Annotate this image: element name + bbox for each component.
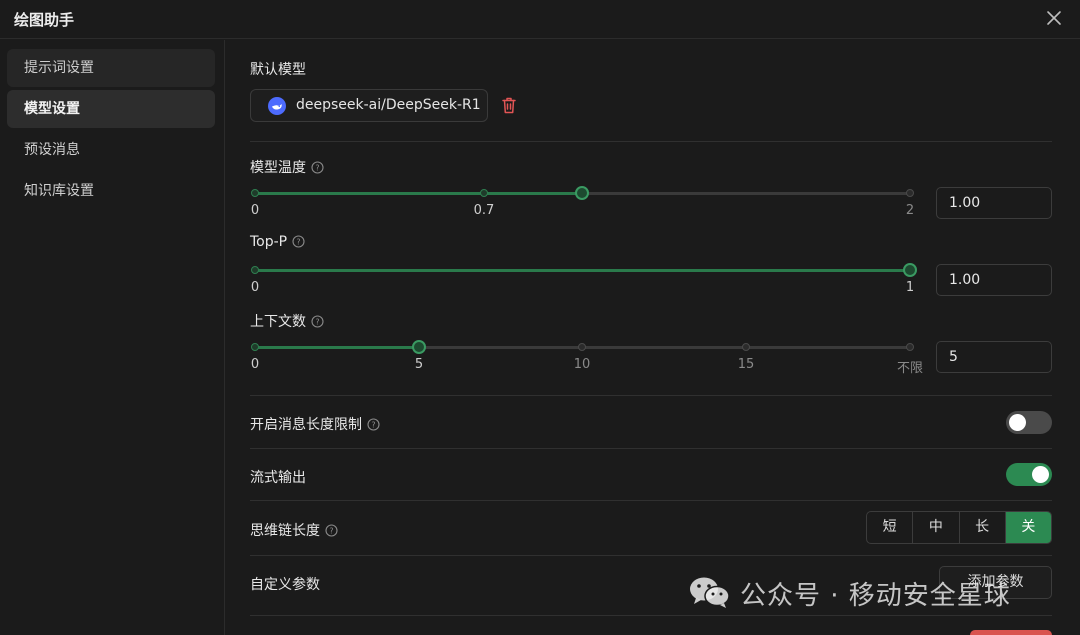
reasoning-length-label: 思维链长度? (250, 520, 338, 541)
message-length-limit-label-text: 开启消息长度限制 (250, 417, 362, 433)
reasoning-length-option-short[interactable]: 短 (867, 512, 914, 543)
top-p-slider[interactable] (251, 263, 917, 277)
temperature-tick: 0.7 (473, 203, 495, 218)
watermark-text: 公众号 · 移动安全星球 (740, 581, 1011, 611)
context-count-tick: 5 (414, 357, 424, 372)
settings-sidebar: 提示词设置 模型设置 预设消息 知识库设置 (0, 40, 225, 635)
help-icon[interactable]: ? (311, 161, 324, 178)
section-divider (250, 448, 1052, 449)
top-p-input[interactable] (936, 264, 1052, 296)
sidebar-item-knowledge-base[interactable]: 知识库设置 (7, 172, 215, 210)
top-p-tick: 0 (250, 280, 260, 295)
toggle-knob (1009, 414, 1026, 431)
toggle-knob (1032, 466, 1049, 483)
temperature-tick: 0 (250, 203, 260, 218)
slider-track (255, 192, 582, 195)
section-divider (250, 395, 1052, 396)
context-count-tick: 不限 (896, 361, 924, 376)
svg-text:?: ? (329, 527, 333, 536)
section-divider (250, 555, 1052, 556)
slider-handle[interactable] (575, 186, 589, 200)
context-count-input[interactable] (936, 341, 1052, 373)
trash-icon[interactable] (500, 96, 518, 115)
svg-text:?: ? (371, 421, 375, 430)
model-name: deepseek-ai/DeepSeek-R1 (296, 97, 481, 113)
temperature-label: 模型温度? (250, 157, 324, 178)
stream-output-toggle[interactable] (1006, 463, 1052, 486)
slider-mark (742, 343, 750, 351)
slider-handle[interactable] (412, 340, 426, 354)
context-count-tick: 0 (250, 357, 260, 372)
slider-track (255, 269, 910, 272)
reasoning-length-option-long[interactable]: 长 (960, 512, 1006, 543)
slider-mark (906, 189, 914, 197)
reasoning-length-label-text: 思维链长度 (250, 523, 320, 539)
wechat-icon (688, 574, 732, 614)
deepseek-logo-icon (268, 97, 286, 115)
help-icon[interactable]: ? (292, 235, 305, 252)
slider-mark (480, 189, 488, 197)
top-p-label-text: Top-P (250, 234, 288, 250)
section-divider (250, 615, 1052, 616)
section-divider (250, 141, 1052, 142)
model-selector[interactable]: deepseek-ai/DeepSeek-R1 (250, 89, 488, 122)
slider-mark (578, 343, 586, 351)
reasoning-length-option-medium[interactable]: 中 (913, 512, 960, 543)
slider-track (255, 346, 419, 349)
stream-output-label: 流式输出 (250, 470, 306, 486)
sidebar-item-prompt-settings[interactable]: 提示词设置 (7, 49, 215, 87)
help-icon[interactable]: ? (311, 315, 324, 332)
slider-mark (251, 189, 259, 197)
temperature-input[interactable] (936, 187, 1052, 219)
reasoning-length-option-off[interactable]: 关 (1005, 512, 1051, 543)
context-count-tick: 10 (573, 357, 591, 372)
svg-text:?: ? (315, 318, 319, 327)
svg-text:?: ? (297, 238, 301, 247)
sidebar-item-model-settings[interactable]: 模型设置 (7, 90, 215, 128)
close-icon[interactable] (1044, 8, 1064, 28)
top-p-label: Top-P? (250, 234, 305, 252)
temperature-label-text: 模型温度 (250, 160, 306, 176)
temperature-tick: 2 (905, 203, 915, 218)
context-count-tick: 15 (737, 357, 755, 372)
danger-button[interactable] (970, 630, 1052, 635)
slider-handle[interactable] (903, 263, 917, 277)
custom-params-label: 自定义参数 (250, 577, 320, 593)
section-divider (250, 500, 1052, 501)
reasoning-length-segmented-control[interactable]: 短 中 长 关 (866, 511, 1052, 544)
message-length-limit-toggle[interactable] (1006, 411, 1052, 434)
message-length-limit-label: 开启消息长度限制? (250, 414, 380, 435)
temperature-slider[interactable] (251, 186, 914, 200)
slider-mark (251, 343, 259, 351)
help-icon[interactable]: ? (367, 418, 380, 435)
context-count-slider[interactable] (251, 340, 914, 354)
title-bar: 绘图助手 (0, 0, 1080, 39)
slider-mark (251, 266, 259, 274)
top-p-tick: 1 (905, 280, 915, 295)
svg-text:?: ? (315, 164, 319, 173)
default-model-label: 默认模型 (250, 62, 306, 78)
slider-mark (906, 343, 914, 351)
help-icon[interactable]: ? (325, 524, 338, 541)
sidebar-item-preset-messages[interactable]: 预设消息 (7, 131, 215, 169)
window-title: 绘图助手 (14, 11, 75, 29)
model-settings-panel: 默认模型 deepseek-ai/DeepSeek-R1 模型温度? 0 0.7… (226, 40, 1080, 635)
context-count-label: 上下文数? (250, 311, 324, 332)
context-count-label-text: 上下文数 (250, 314, 306, 330)
